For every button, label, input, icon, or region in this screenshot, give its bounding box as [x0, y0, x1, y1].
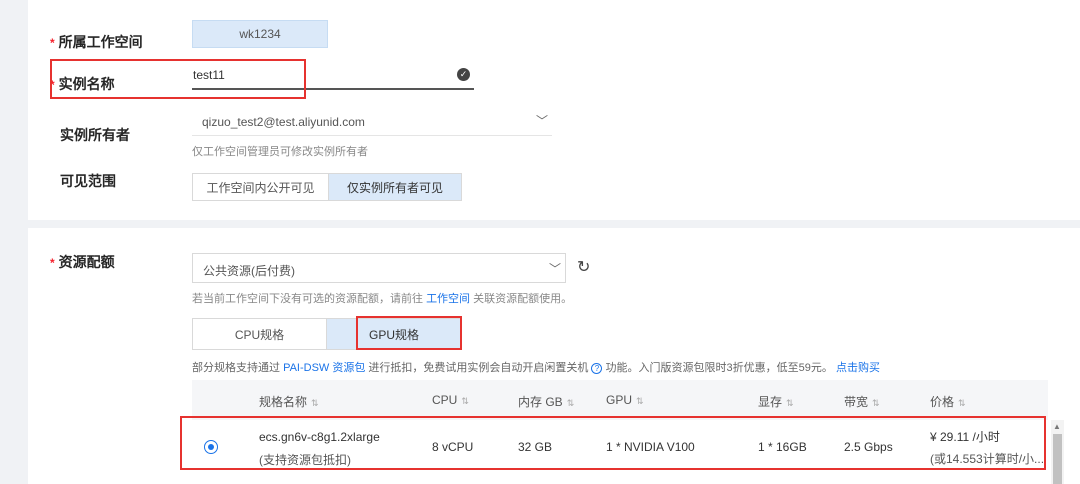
owner-label: 实例所有者	[60, 127, 130, 143]
sort-icon: ⇅	[461, 396, 469, 406]
scroll-thumb[interactable]	[1053, 434, 1062, 484]
workspace-value: wk1234	[192, 20, 328, 48]
tab-cpu-spec[interactable]: CPU规格	[193, 319, 327, 349]
basic-info-section	[28, 0, 1080, 220]
sort-icon: ⇅	[311, 398, 319, 408]
col-vram[interactable]: 显存 ⇅	[758, 393, 794, 410]
col-memory[interactable]: 内存 GB ⇅	[518, 393, 574, 410]
table-scrollbar[interactable]: ▲	[1051, 420, 1064, 484]
visibility-option-public[interactable]: 工作空间内公开可见	[193, 174, 329, 200]
col-bandwidth[interactable]: 带宽 ⇅	[844, 393, 880, 410]
workspace-label: * 所属工作空间	[50, 34, 143, 50]
check-circle-icon: ✓	[457, 68, 470, 81]
sort-icon: ⇅	[786, 398, 794, 408]
resource-quota-value: 公共资源(后付费)	[203, 264, 295, 278]
highlight-gpu-tab	[356, 316, 462, 350]
refresh-icon[interactable]: ↻	[577, 257, 590, 277]
col-spec-name[interactable]: 规格名称 ⇅	[259, 393, 319, 410]
owner-select[interactable]: qizuo_test2@test.aliyunid.com ﹀	[192, 108, 552, 136]
help-icon[interactable]: ?	[591, 363, 603, 374]
col-gpu[interactable]: GPU ⇅	[606, 393, 644, 407]
resource-hint: 若当前工作空间下没有可选的资源配额，请前往 工作空间 关联资源配额使用。	[192, 293, 573, 305]
sort-icon: ⇅	[566, 398, 575, 408]
buy-link[interactable]: 点击购买	[836, 362, 880, 374]
resource-quota-select[interactable]: 公共资源(后付费) ﹀	[192, 253, 566, 283]
highlight-instance-name	[50, 59, 306, 99]
spec-table-header: 规格名称 ⇅ CPU ⇅ 内存 GB ⇅ GPU ⇅ 显存 ⇅ 带宽 ⇅ 价格 ⇅	[192, 380, 1048, 420]
sort-icon: ⇅	[872, 398, 880, 408]
chevron-down-icon: ﹀	[548, 262, 561, 276]
sort-icon: ⇅	[958, 398, 966, 408]
col-price[interactable]: 价格 ⇅	[930, 393, 966, 410]
promo-text: 部分规格支持通过 PAI-DSW 资源包 进行抵扣，免费试用实例会自动开启闲置关…	[192, 362, 880, 374]
visibility-label: 可见范围	[60, 173, 116, 189]
owner-value: qizuo_test2@test.aliyunid.com	[202, 115, 365, 129]
chevron-down-icon: ﹀	[535, 114, 548, 128]
resource-quota-label: * 资源配额	[50, 254, 115, 270]
visibility-option-owner-only[interactable]: 仅实例所有者可见	[329, 174, 461, 200]
scroll-up-icon[interactable]: ▲	[1053, 422, 1061, 431]
visibility-toggle[interactable]: 工作空间内公开可见 仅实例所有者可见	[192, 173, 462, 201]
resource-package-link[interactable]: PAI-DSW 资源包	[283, 362, 365, 374]
highlight-selected-row	[180, 416, 1046, 470]
sort-icon: ⇅	[636, 396, 644, 406]
col-cpu[interactable]: CPU ⇅	[432, 393, 469, 407]
workspace-link[interactable]: 工作空间	[426, 293, 470, 305]
owner-hint: 仅工作空间管理员可修改实例所有者	[192, 146, 368, 158]
